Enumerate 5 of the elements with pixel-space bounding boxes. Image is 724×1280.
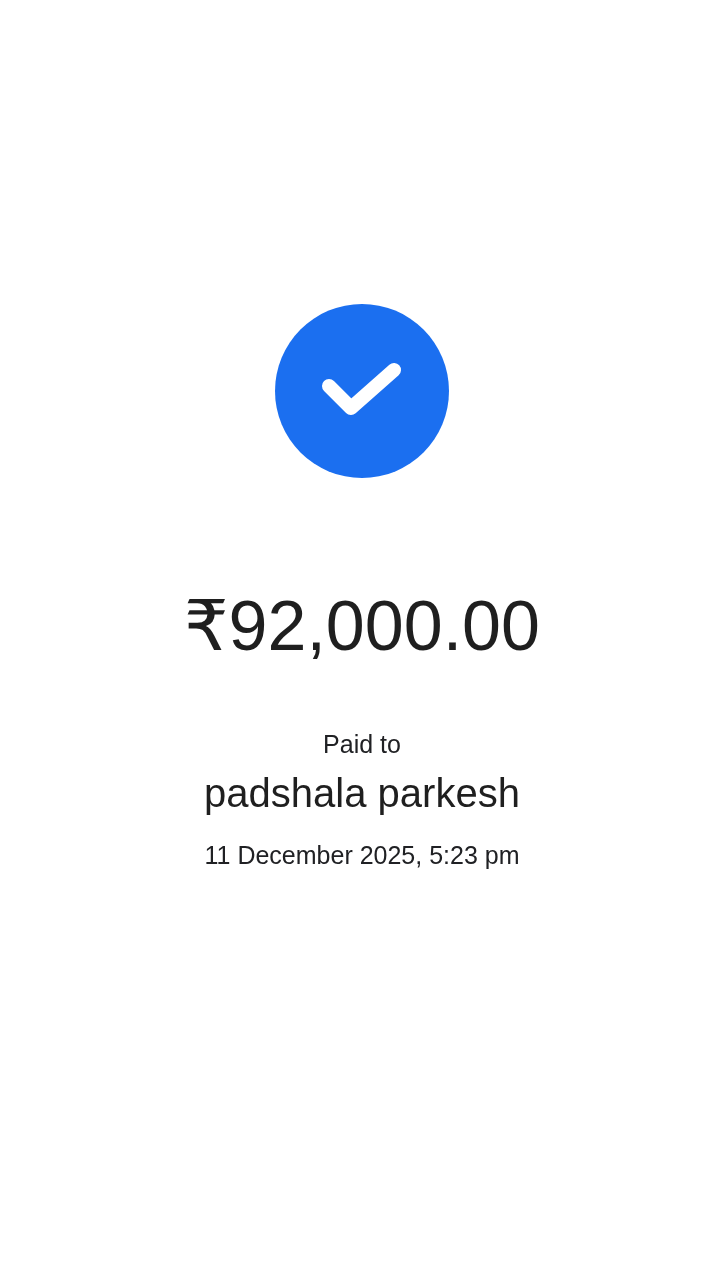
- paid-to-label: Paid to: [323, 728, 401, 759]
- payment-date-time: 11 December 2025, 5:23 pm: [204, 839, 520, 870]
- recipient-name: padshala parkesh: [204, 769, 520, 817]
- check-circle-icon: [275, 304, 449, 478]
- payment-amount: ₹92,000.00: [184, 586, 540, 667]
